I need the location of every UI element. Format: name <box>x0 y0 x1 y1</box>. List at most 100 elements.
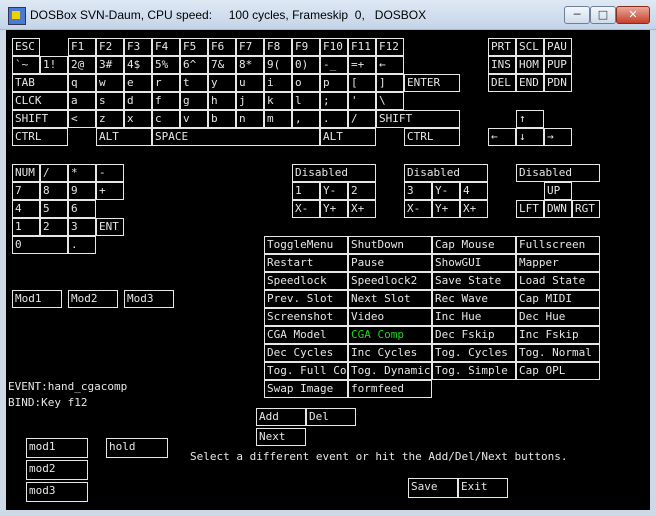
key-enter-13[interactable]: ENTER <box>404 74 460 92</box>
key-sym-11[interactable]: [ <box>348 74 376 92</box>
event-speedlock2[interactable]: Speedlock2 <box>348 272 432 290</box>
key-f10[interactable]: F10 <box>320 38 348 56</box>
event-tog-normal-core[interactable]: Tog. Normal Core <box>516 344 600 362</box>
close-button[interactable]: ✕ <box>616 6 650 24</box>
key-t-5[interactable]: t <box>180 74 208 92</box>
key-f4[interactable]: F4 <box>152 38 180 56</box>
numpad-0[interactable]: 0 <box>12 236 68 254</box>
event-rec-wave[interactable]: Rec Wave <box>432 290 516 308</box>
key-o-9[interactable]: o <box>292 74 320 92</box>
key-ins[interactable]: INS <box>488 56 516 74</box>
key-ctrl-4[interactable]: CTRL <box>404 128 460 146</box>
key-i-8[interactable]: i <box>264 74 292 92</box>
key-l-9[interactable]: l <box>292 92 320 110</box>
event-shutdown[interactable]: ShutDown <box>348 236 432 254</box>
numpad-2[interactable]: 2 <box>40 218 68 236</box>
numpad-3[interactable]: 3 <box>68 218 96 236</box>
key-ctrl-0[interactable]: CTRL <box>12 128 68 146</box>
numpad-1[interactable]: 1 <box>12 218 40 236</box>
event-load-state[interactable]: Load State <box>516 272 600 290</box>
event-tog-dynamic[interactable]: Tog. Dynamic <box>348 362 432 380</box>
key-tab-0[interactable]: TAB <box>12 74 68 92</box>
next-button[interactable]: Next <box>256 428 306 446</box>
key-f-4[interactable]: f <box>152 92 180 110</box>
key-3-3[interactable]: 3# <box>96 56 124 74</box>
event-next-slot[interactable]: Next Slot <box>348 290 432 308</box>
key-f6[interactable]: F6 <box>208 38 236 56</box>
key-space-2[interactable]: SPACE <box>152 128 320 146</box>
key-j-7[interactable]: j <box>236 92 264 110</box>
key-end[interactable]: END <box>516 74 544 92</box>
joystick2-x-5[interactable]: X+ <box>460 200 488 218</box>
joystick1-x-5[interactable]: X+ <box>348 200 376 218</box>
mod-key-3[interactable]: Mod3 <box>124 290 174 308</box>
event-dec-fskip[interactable]: Dec Fskip <box>432 326 516 344</box>
key-q-1[interactable]: q <box>68 74 96 92</box>
event-inc-hue[interactable]: Inc Hue <box>432 308 516 326</box>
mod-key-1[interactable]: Mod1 <box>12 290 62 308</box>
numpad-num[interactable]: NUM <box>12 164 40 182</box>
key-sym-10[interactable]: . <box>320 110 348 128</box>
modifier-mod3[interactable]: mod3 <box>26 482 88 502</box>
key-pup[interactable]: PUP <box>544 56 572 74</box>
key-f9[interactable]: F9 <box>292 38 320 56</box>
key-6-6[interactable]: 6^ <box>180 56 208 74</box>
numpad-star[interactable]: * <box>68 164 96 182</box>
joystick2-y-1[interactable]: Y- <box>432 182 460 200</box>
key-shift-0[interactable]: SHIFT <box>12 110 68 128</box>
joystick2-3-0[interactable]: 3 <box>404 182 432 200</box>
key-w-2[interactable]: w <box>96 74 124 92</box>
hat-right[interactable]: RGT <box>572 200 600 218</box>
key-4-4[interactable]: 4$ <box>124 56 152 74</box>
joystick1-y-4[interactable]: Y+ <box>320 200 348 218</box>
modifier-mod1[interactable]: mod1 <box>26 438 88 458</box>
key-f5[interactable]: F5 <box>180 38 208 56</box>
key-scl[interactable]: SCL <box>516 38 544 56</box>
event-cap-midi[interactable]: Cap MIDI <box>516 290 600 308</box>
hat-down[interactable]: DWN <box>544 200 572 218</box>
key-prt[interactable]: PRT <box>488 38 516 56</box>
event-swap-image[interactable]: Swap Image <box>264 380 348 398</box>
key-e-3[interactable]: e <box>124 74 152 92</box>
joystick1-y-1[interactable]: Y- <box>320 182 348 200</box>
key-g-5[interactable]: g <box>180 92 208 110</box>
joystick2-x-3[interactable]: X- <box>404 200 432 218</box>
add-button[interactable]: Add <box>256 408 306 426</box>
key-sym-0[interactable]: `~ <box>12 56 40 74</box>
key-d-3[interactable]: d <box>124 92 152 110</box>
key-sym-12[interactable]: =+ <box>348 56 376 74</box>
minimize-button[interactable]: ─ <box>564 6 590 24</box>
key-k-8[interactable]: k <box>264 92 292 110</box>
key-f1[interactable]: F1 <box>68 38 96 56</box>
key-hom[interactable]: HOM <box>516 56 544 74</box>
event-inc-fskip[interactable]: Inc Fskip <box>516 326 600 344</box>
numpad-9[interactable]: 9 <box>68 182 96 200</box>
key-sym-13[interactable]: ← <box>376 56 404 74</box>
exit-button[interactable]: Exit <box>458 478 508 498</box>
event-tog-cycles[interactable]: Tog. Cycles <box>432 344 516 362</box>
event-save-state[interactable]: Save State <box>432 272 516 290</box>
key-alt-3[interactable]: ALT <box>320 128 376 146</box>
key-arrow-right[interactable]: → <box>544 128 572 146</box>
key-1-1[interactable]: 1! <box>40 56 68 74</box>
key-sym-12[interactable]: \ <box>376 92 404 110</box>
key-a-1[interactable]: a <box>68 92 96 110</box>
numpad-ent[interactable]: ENT <box>96 218 124 236</box>
save-button[interactable]: Save <box>408 478 458 498</box>
event-tog-simple[interactable]: Tog. Simple <box>432 362 516 380</box>
key-m-8[interactable]: m <box>264 110 292 128</box>
key-p-10[interactable]: p <box>320 74 348 92</box>
numpad-dot[interactable]: . <box>68 236 96 254</box>
key-pdn[interactable]: PDN <box>544 74 572 92</box>
joystick1-x-3[interactable]: X- <box>292 200 320 218</box>
key-r-4[interactable]: r <box>152 74 180 92</box>
event-video[interactable]: Video <box>348 308 432 326</box>
key-pau[interactable]: PAU <box>544 38 572 56</box>
key-u-7[interactable]: u <box>236 74 264 92</box>
key-0-10[interactable]: 0) <box>292 56 320 74</box>
event-prev-slot[interactable]: Prev. Slot <box>264 290 348 308</box>
event-tog-full-core[interactable]: Tog. Full Core <box>264 362 348 380</box>
key-b-6[interactable]: b <box>208 110 236 128</box>
event-cga-model[interactable]: CGA Model <box>264 326 348 344</box>
hold-checkbox[interactable]: hold <box>106 438 168 458</box>
